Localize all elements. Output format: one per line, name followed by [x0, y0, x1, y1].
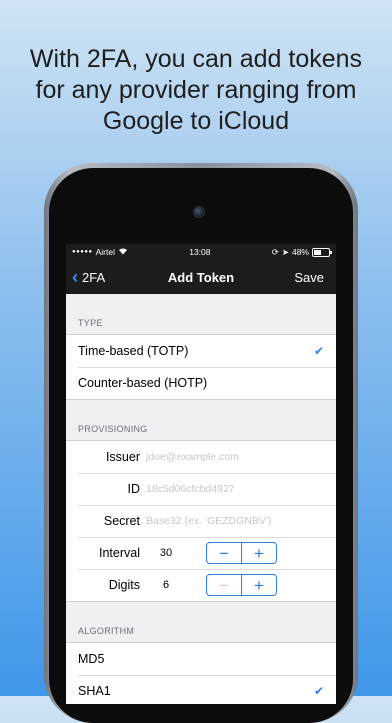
algorithm-options: MD5 SHA1 ✔ — [66, 643, 336, 704]
back-button[interactable]: ‹ 2FA — [72, 260, 105, 294]
secret-label: Secret — [103, 514, 140, 528]
type-option-hotp[interactable]: Counter-based (HOTP) — [66, 367, 336, 399]
interval-row: Interval 30 − + — [66, 537, 336, 569]
save-button[interactable]: Save — [294, 260, 324, 294]
lock-rotation-icon: ⟳ — [271, 246, 279, 257]
secret-row: Secret — [66, 505, 336, 537]
algorithm-option-label: MD5 — [78, 652, 105, 666]
secret-field[interactable] — [146, 515, 324, 527]
headline-line-3: Google to iCloud — [102, 107, 290, 135]
back-label: 2FA — [82, 269, 106, 285]
signal-dots-icon: ●●●●● — [72, 249, 93, 255]
interval-value: 30 — [159, 547, 173, 559]
location-icon: ➤ — [281, 246, 289, 257]
promo-headline: With 2FA, you can add tokens for any pro… — [0, 44, 392, 137]
headline-line-1: With 2FA, you can add tokens — [29, 45, 363, 73]
issuer-label: Issuer — [105, 450, 140, 464]
phone-frame: ●●●●● Airtel 13:08 ⟳ ➤ 48% ‹ 2FA Add Tok… — [44, 163, 358, 723]
digits-stepper[interactable]: − + — [206, 574, 277, 596]
status-time: 13:08 — [189, 247, 211, 257]
digits-row: Digits 6 − + — [66, 569, 336, 601]
front-camera — [193, 206, 205, 218]
section-header-provisioning: PROVISIONING — [66, 400, 336, 441]
digits-label: Digits — [108, 578, 140, 592]
carrier-name: Airtel — [95, 247, 115, 257]
digits-value: 6 — [162, 579, 170, 591]
interval-increment-button[interactable]: + — [242, 543, 276, 563]
interval-stepper[interactable]: − + — [206, 542, 277, 564]
chevron-left-icon: ‹ — [72, 267, 78, 287]
battery-percent: 48% — [291, 247, 309, 257]
phone-bezel: ●●●●● Airtel 13:08 ⟳ ➤ 48% ‹ 2FA Add Tok… — [49, 168, 353, 723]
status-bar: ●●●●● Airtel 13:08 ⟳ ➤ 48% — [66, 244, 336, 260]
id-label: ID — [127, 482, 141, 496]
algorithm-option-sha1[interactable]: SHA1 ✔ — [66, 675, 336, 704]
headline-line-2: for any provider ranging from — [35, 76, 357, 104]
provisioning-fields: Issuer ID Secret Interval 30 − + — [66, 441, 336, 602]
type-option-label: Counter-based (HOTP) — [78, 376, 208, 390]
issuer-field[interactable] — [146, 451, 324, 463]
interval-label: Interval — [99, 546, 140, 560]
section-header-type: TYPE — [66, 294, 336, 335]
battery-icon — [311, 247, 332, 257]
checkmark-icon: ✔ — [313, 344, 324, 358]
page-title: Add Token — [167, 269, 235, 285]
section-header-algorithm: ALGORITHM — [66, 602, 336, 643]
id-field[interactable] — [146, 483, 324, 495]
wifi-icon — [118, 247, 128, 257]
issuer-row: Issuer — [66, 441, 336, 473]
type-options: Time-based (TOTP) ✔ Counter-based (HOTP) — [66, 335, 336, 400]
phone-screen: ●●●●● Airtel 13:08 ⟳ ➤ 48% ‹ 2FA Add Tok… — [66, 244, 336, 704]
digits-decrement-button[interactable]: − — [207, 575, 242, 595]
digits-increment-button[interactable]: + — [242, 575, 276, 595]
navigation-bar: ‹ 2FA Add Token Save — [66, 260, 336, 294]
id-row: ID — [66, 473, 336, 505]
type-option-totp[interactable]: Time-based (TOTP) ✔ — [66, 335, 336, 367]
algorithm-option-md5[interactable]: MD5 — [66, 643, 336, 675]
type-option-label: Time-based (TOTP) — [78, 344, 189, 358]
interval-decrement-button[interactable]: − — [207, 543, 242, 563]
